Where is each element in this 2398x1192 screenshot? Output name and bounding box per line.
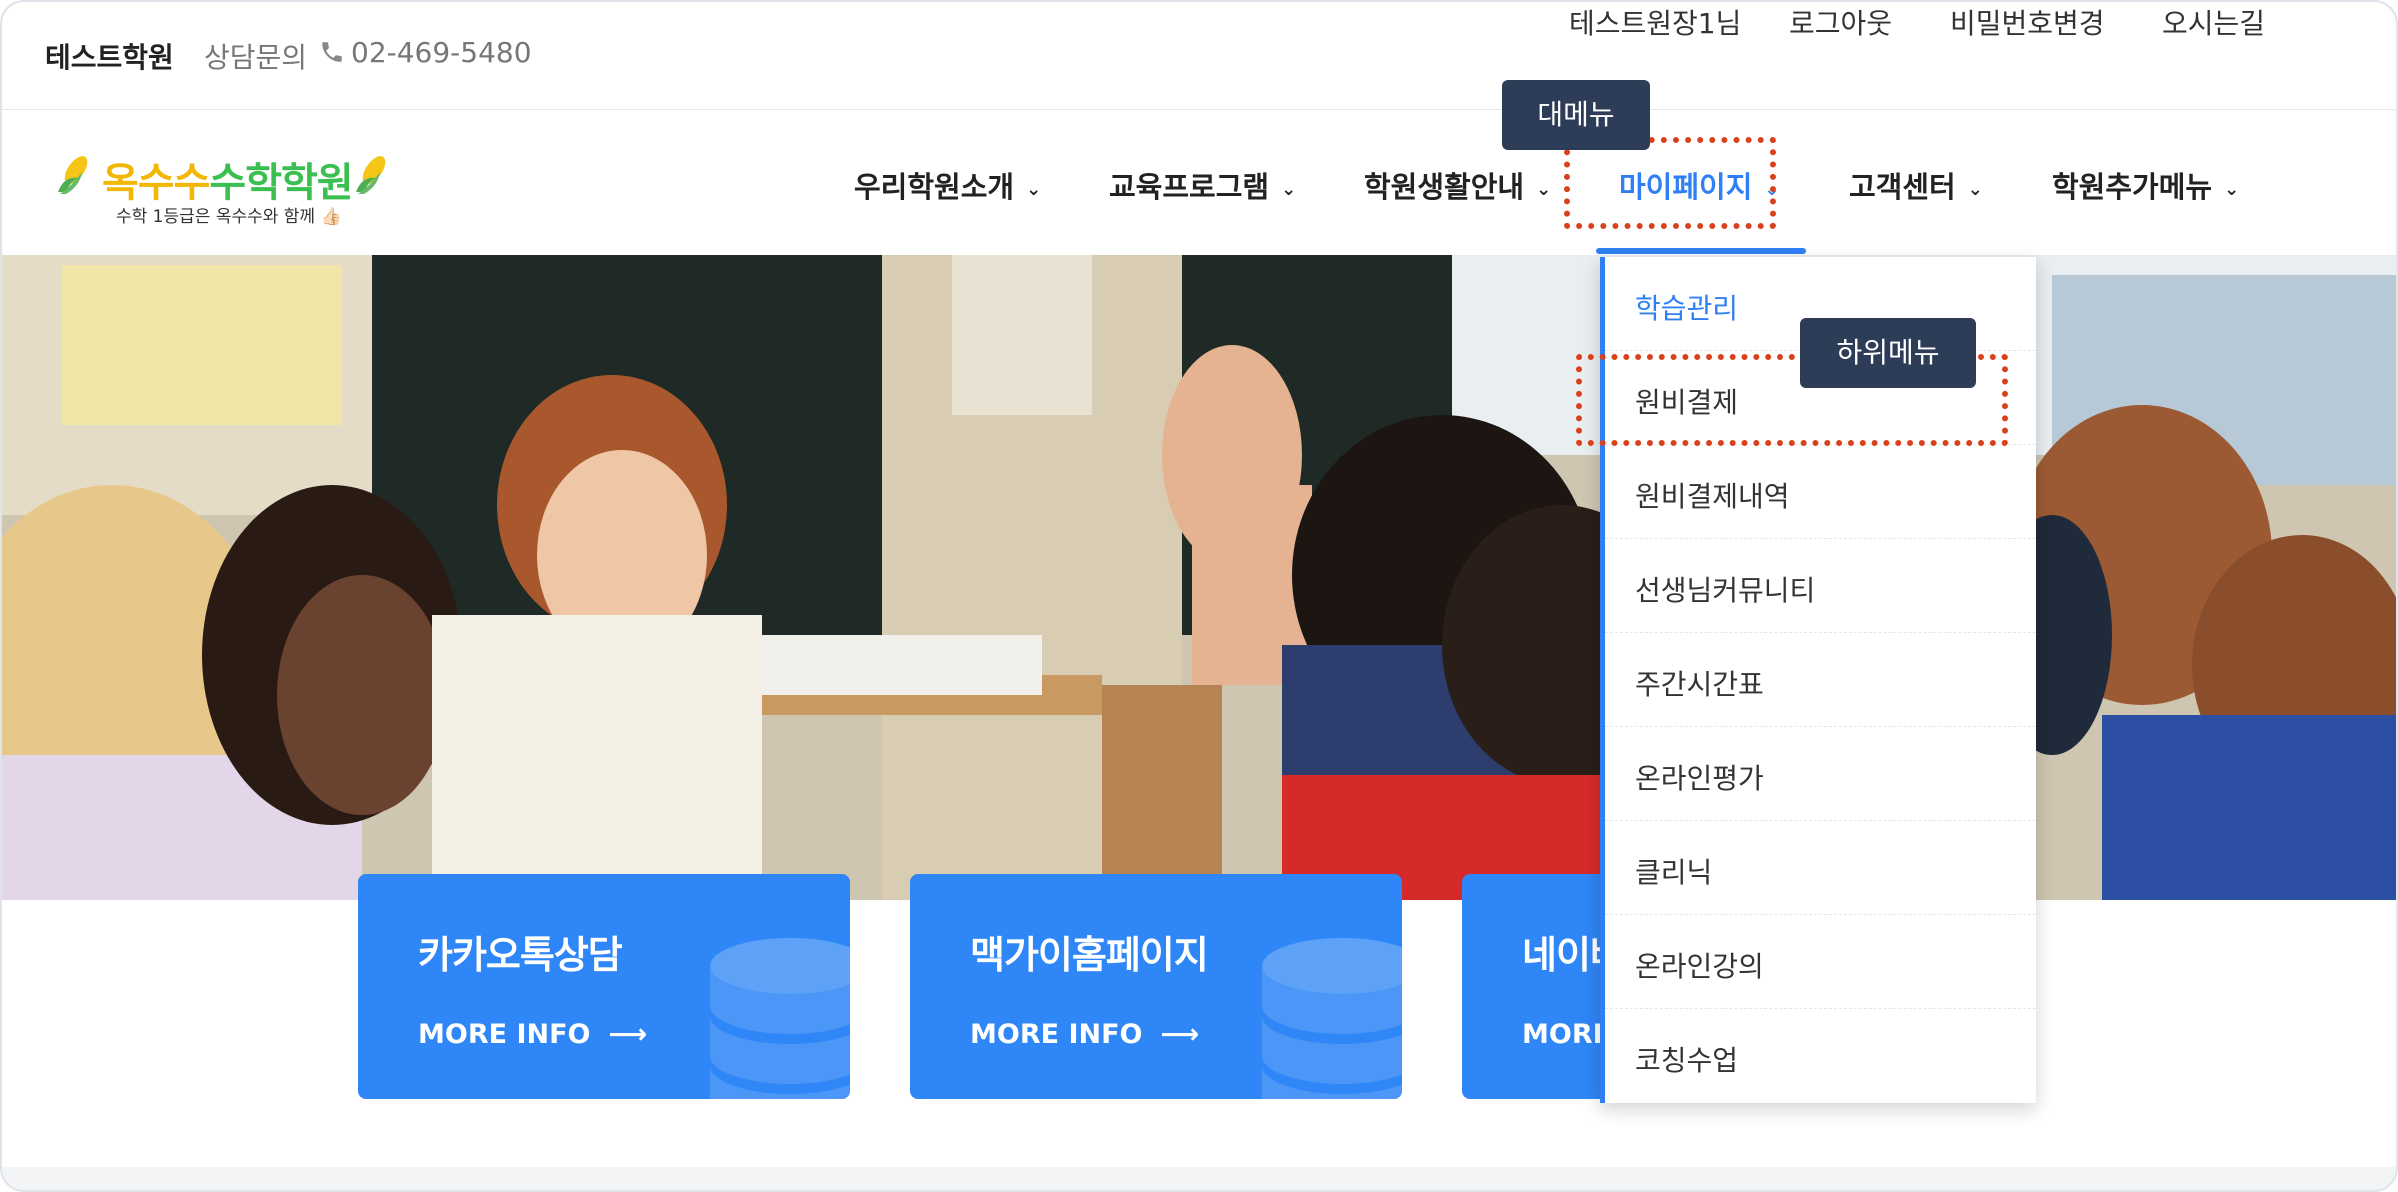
main-navigation: 옥수수수학학원 수학 1등급은 옥수수와 함께 👍🏻 우리학원소개 ⌄ 교육프로그…: [2, 110, 2396, 255]
directions-link[interactable]: 오시는길: [2162, 2, 2265, 42]
main-menu-highlight: [1564, 137, 1776, 229]
hero-classroom-photo: [2, 255, 2396, 900]
dropdown-item-teacher-community[interactable]: 선생님커뮤니티: [1635, 569, 1815, 609]
divider: [1605, 820, 2036, 821]
nav-item-label: 교육프로그램: [1109, 170, 1270, 204]
logo-tagline: 수학 1등급은 옥수수와 함께 👍🏻: [116, 207, 342, 227]
divider: [1605, 538, 2036, 539]
divider: [1605, 726, 2036, 727]
change-password-link[interactable]: 비밀번호변경: [1950, 2, 2105, 42]
corn-icon: [58, 156, 88, 194]
submenu-callout: 하위메뉴: [1800, 318, 1976, 388]
more-info-label: MORE INFO: [418, 1019, 591, 1050]
logo-title: 옥수수수학학원: [102, 150, 354, 208]
chevron-down-icon: ⌄: [1536, 178, 1552, 200]
database-icon: [710, 938, 850, 1099]
more-info-link[interactable]: MORE INFO ⟶: [970, 1019, 1199, 1050]
dropdown-item-clinic[interactable]: 클리닉: [1635, 851, 1712, 891]
more-info-link[interactable]: MORE INFO ⟶: [418, 1019, 647, 1050]
divider: [1605, 914, 2036, 915]
divider: [1605, 632, 2036, 633]
database-icon: [1262, 938, 1402, 1099]
nav-item-extra-menu[interactable]: 학원추가메뉴 ⌄: [2052, 164, 2239, 206]
main-menu-callout: 대메뉴: [1502, 80, 1650, 150]
chevron-down-icon: ⌄: [1026, 178, 1042, 200]
phone-icon: [322, 42, 342, 62]
chevron-down-icon: ⌄: [2224, 178, 2240, 200]
divider: [1605, 1008, 2036, 1009]
logo-title-part2: 수학학원: [209, 160, 353, 206]
user-greeting-link[interactable]: 테스트원장1님: [1569, 2, 1741, 42]
dropdown-item-online-lecture[interactable]: 온라인강의: [1635, 945, 1764, 985]
consult-label: 상담문의: [204, 41, 308, 74]
dropdown-item-weekly-timetable[interactable]: 주간시간표: [1635, 663, 1764, 703]
nav-item-about[interactable]: 우리학원소개 ⌄: [854, 164, 1041, 206]
active-menu-indicator: [1596, 248, 1806, 254]
logo-title-part1: 옥수수: [102, 160, 210, 206]
logout-link[interactable]: 로그아웃: [1789, 2, 1892, 42]
chevron-down-icon: ⌄: [1281, 178, 1297, 200]
macguy-homepage-card[interactable]: 맥가이홈페이지 MORE INFO ⟶: [910, 874, 1402, 1099]
arrow-right-icon: ⟶: [1160, 1019, 1200, 1050]
nav-item-customer-center[interactable]: 고객센터 ⌄: [1849, 164, 1983, 206]
dropdown-item-online-test[interactable]: 온라인평가: [1635, 757, 1764, 797]
card-title: 맥가이홈페이지: [970, 933, 1209, 977]
page-bottom-strip: [2, 1167, 2396, 1190]
app-frame: 테스트학원 상담문의 02-469-5480 테스트원장1님 로그아웃 비밀번호…: [0, 0, 2398, 1192]
corn-icon: [356, 156, 386, 194]
nav-item-programs[interactable]: 교육프로그램 ⌄: [1109, 164, 1296, 206]
dropdown-item-learning-management[interactable]: 학습관리: [1635, 287, 1738, 327]
dropdown-item-coaching-class[interactable]: 코칭수업: [1635, 1039, 1738, 1079]
hero-image: [2, 255, 2396, 900]
nav-item-label: 우리학원소개: [854, 170, 1015, 204]
nav-item-label: 학원생활안내: [1364, 170, 1525, 204]
kakaotalk-consult-card[interactable]: 카카오톡상담 MORE INFO ⟶: [358, 874, 850, 1099]
more-info-label: MORE INFO: [970, 1019, 1143, 1050]
phone-number[interactable]: 02-469-5480: [351, 36, 532, 69]
card-title: 카카오톡상담: [418, 933, 623, 977]
arrow-right-icon: ⟶: [608, 1019, 648, 1050]
chevron-down-icon: ⌄: [1967, 178, 1983, 200]
dropdown-item-payment-history[interactable]: 원비결제내역: [1635, 475, 1790, 515]
academy-name: 테스트학원: [45, 41, 174, 74]
nav-item-label: 고객센터: [1849, 170, 1956, 204]
nav-item-label: 학원추가메뉴: [2052, 170, 2213, 204]
nav-item-student-life[interactable]: 학원생활안내 ⌄: [1364, 164, 1551, 206]
top-utility-bar: 테스트학원 상담문의 02-469-5480 테스트원장1님 로그아웃 비밀번호…: [2, 2, 2396, 110]
